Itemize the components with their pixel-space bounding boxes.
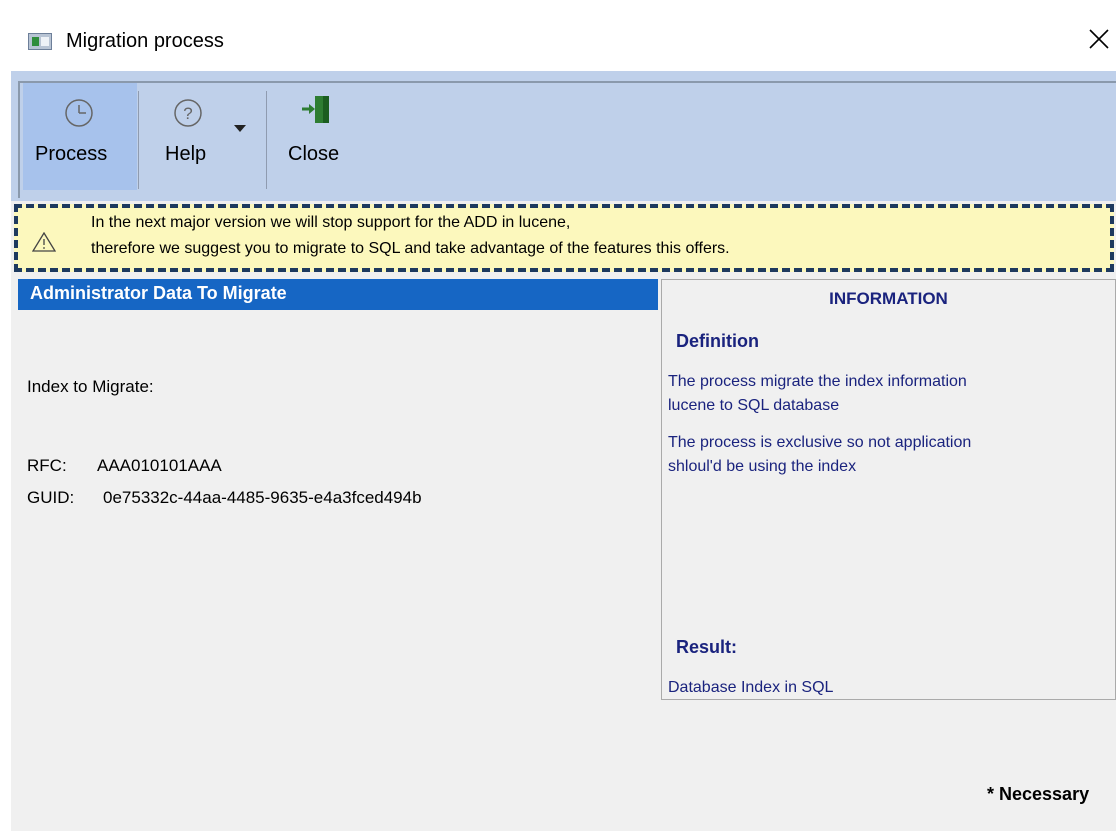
necessary-note: * Necessary [987,784,1090,804]
app-icon [28,33,52,50]
toolbar: Process ? Help Close [11,71,1116,201]
question-icon: ? [174,99,202,127]
definition-text-1a: The process migrate the index informatio… [668,373,967,390]
warning-triangle-icon [32,232,56,252]
title-bar: Migration process [11,11,1116,71]
information-panel: INFORMATION Definition The process migra… [661,279,1116,700]
result-text: Database Index in SQL [668,679,834,696]
toolbar-separator [138,91,139,189]
guid-value: 0e75332c-44aa-4485-9635-e4a3fced494b [103,488,422,507]
rfc-value: AAA010101AAA [97,456,222,475]
information-title: INFORMATION [829,289,948,308]
clock-icon [65,99,93,127]
definition-heading: Definition [676,331,759,351]
help-button-label: Help [165,143,207,165]
toolbar-separator [266,91,267,189]
exit-door-icon [302,96,329,123]
result-heading: Result: [676,637,738,657]
definition-text-1b: lucene to SQL database [668,397,840,414]
warning-text-line-1: In the next major version we will stop s… [91,214,571,231]
chevron-down-icon[interactable] [234,125,246,133]
help-button[interactable]: ? Help [142,83,264,190]
process-button[interactable]: Process [23,83,137,190]
close-button[interactable]: Close [271,83,371,190]
window-title: Migration process [66,30,224,52]
rfc-label: RFC: [27,456,67,475]
section-header: Administrator Data To Migrate [18,279,658,310]
migration-window: Migration process Process ? Help Close I… [11,11,1116,831]
definition-text-2b: shloul'd be using the index [668,458,857,475]
svg-text:?: ? [183,104,192,123]
window-close-icon[interactable] [1087,27,1111,51]
warning-banner: In the next major version we will stop s… [14,204,1114,272]
warning-text-line-2: therefore we suggest you to migrate to S… [91,240,730,257]
definition-text-2a: The process is exclusive so not applicat… [668,434,972,451]
guid-label: GUID: [27,488,75,507]
index-to-migrate-label: Index to Migrate: [27,377,154,396]
close-button-label: Close [288,143,340,165]
process-button-label: Process [35,143,108,165]
